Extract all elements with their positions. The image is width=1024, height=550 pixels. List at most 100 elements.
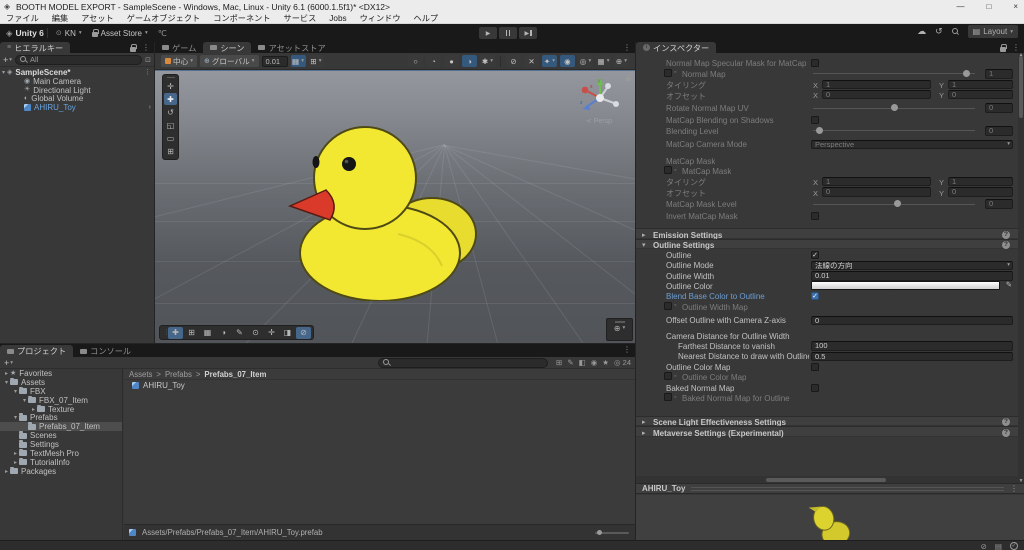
all-clear-icon[interactable]: ✓ — [1010, 542, 1018, 550]
inspector-row-outline-color-map[interactable]: Outline Color Map — [636, 361, 1018, 372]
notifications-muted-icon[interactable]: ⊘ — [981, 542, 987, 550]
checkbox[interactable] — [664, 302, 672, 311]
value-field[interactable]: 0 — [985, 199, 1013, 209]
grid-snap-toggle[interactable]: ▦ ▾ — [290, 55, 306, 67]
inspector-row-outline[interactable]: Outline ✓ — [636, 249, 1018, 260]
prefab-open-arrow[interactable]: › — [149, 104, 151, 111]
inspector-row-outline-width-map[interactable]: ◦ Outline Width Map — [636, 301, 1018, 312]
rotate-tool-button[interactable]: ↺ — [164, 106, 177, 118]
tree-item-settings[interactable]: Settings — [0, 440, 122, 449]
inspector-row--[interactable]: オフセット X 0 Y 0 — [636, 89, 1018, 101]
menu-item[interactable]: 編集 — [52, 12, 68, 24]
menu-item[interactable]: サービス — [284, 12, 317, 24]
account-dropdown[interactable]: ⊙ KN ▾ — [51, 27, 87, 40]
tab-scene[interactable]: シーン — [203, 42, 252, 53]
breadcrumb-segment[interactable]: Prefabs — [165, 370, 192, 379]
transform-tool-button[interactable]: ⊞ — [164, 145, 177, 157]
preview-menu-icon[interactable]: ⋮ — [1010, 484, 1018, 493]
foldout-arrow[interactable]: ▸ — [642, 231, 646, 239]
breadcrumb[interactable]: Assets > Prefabs > Prefabs_07_Item — [124, 369, 635, 380]
value-field[interactable]: 0 — [985, 126, 1013, 136]
grid-visibility-icon[interactable]: ▦ ▾ — [596, 55, 611, 67]
hierarchy-search-input[interactable]: All — [15, 54, 143, 65]
asset-store-dropdown[interactable]: Asset Store ▾ — [87, 27, 153, 40]
tab-inspector[interactable]: i インスペクター — [636, 42, 717, 53]
tree-item-tutorialinfo[interactable]: ▸ TutorialInfo — [0, 457, 122, 467]
hierarchy-item[interactable]: ◉ Main Camera — [0, 77, 154, 86]
inspector-row-baked-normal-map-for-outline[interactable]: ◦ Baked Normal Map for Outline — [636, 393, 1018, 403]
checkbox[interactable] — [811, 212, 819, 221]
foldout-arrow[interactable]: ▸ — [12, 450, 19, 457]
foldout-arrow[interactable]: ▸ — [642, 418, 646, 426]
checkbox[interactable]: ✓ — [811, 292, 819, 301]
hierarchy-item[interactable]: AHIRU_Toy › — [0, 103, 154, 112]
hidden-count-icon[interactable]: ◎ 24 — [614, 358, 631, 367]
move-tool-button[interactable]: ✚ — [164, 93, 177, 105]
checkbox[interactable] — [664, 393, 672, 402]
preview-header[interactable]: AHIRU_Toy ⋮ — [636, 483, 1024, 494]
scene-visibility-icon[interactable]: ◉ — [560, 55, 575, 67]
snap-increment-toggle[interactable]: ⊞ ▾ — [308, 55, 324, 67]
value-field[interactable]: 100 — [811, 341, 1013, 351]
foldout-arrow[interactable]: ▸ — [12, 459, 19, 466]
vertical-scrollbar[interactable]: ▲ ▼ — [1018, 52, 1024, 484]
menu-item[interactable]: アセット — [81, 12, 114, 24]
checkbox[interactable] — [811, 383, 819, 392]
maximize-button[interactable]: □ — [986, 2, 991, 11]
solid-sphere-icon[interactable]: ● — [444, 55, 459, 67]
debug-dropdown-icon[interactable]: ✱ ▾ — [480, 55, 495, 67]
probuilder-move-icon[interactable]: ✚ — [168, 326, 183, 339]
thumbnail-size-slider[interactable] — [595, 530, 629, 535]
inspector-row-normal-map-specular-mask-for-matcap[interactable]: Normal Map Specular Mask for MatCap — [636, 58, 1018, 68]
value-field[interactable]: 0.01 — [811, 271, 1013, 281]
foldout-arrow[interactable]: ▾ — [21, 397, 28, 404]
audio-mute-icon[interactable]: ⊘ — [506, 55, 521, 67]
inspector-row-blending-level[interactable]: Blending Level 0 — [636, 125, 1018, 136]
panel-menu-icon[interactable]: ⋮ — [623, 43, 631, 52]
zoom-icon[interactable]: ⊙ — [248, 327, 263, 339]
layout-dropdown[interactable]: ▤ Layout ▾ — [967, 25, 1018, 38]
tool-handle-rotation-dropdown[interactable]: ⊕ グローバル ▾ — [199, 55, 259, 67]
panel-menu-icon[interactable]: ⋮ — [142, 43, 150, 52]
menu-item[interactable]: ゲームオブジェクト — [127, 12, 200, 24]
inspector-row-blend-base-color-to-outline[interactable]: Blend Base Color to Outline ✓ — [636, 291, 1018, 301]
lock-icon[interactable] — [1000, 43, 1007, 52]
inspector-row-matcap-mask-level[interactable]: MatCap Mask Level 0 — [636, 199, 1018, 209]
inspector-row--[interactable]: オフセット X 0 Y 0 — [636, 186, 1018, 198]
inspector-row-metaverse-settings-experimental-[interactable]: ▸ Metaverse Settings (Experimental)? — [636, 426, 1018, 438]
checkbox[interactable] — [811, 362, 819, 371]
foldout-arrow[interactable]: ▸ — [3, 370, 10, 377]
foldout-arrow[interactable]: ▸ — [642, 429, 646, 437]
tab-view[interactable]: アセットストア — [251, 42, 332, 53]
minimize-button[interactable]: — — [956, 2, 964, 11]
value-field[interactable]: Perspective — [811, 139, 1013, 150]
scale-tool-button[interactable]: ◱ — [164, 119, 177, 131]
camera-overlay[interactable]: ⊕ ▾ — [606, 318, 633, 341]
breadcrumb-segment[interactable]: Assets — [129, 370, 152, 379]
checkbox[interactable]: ✓ — [811, 250, 819, 259]
add-object-button[interactable]: + ▾ — [3, 55, 12, 65]
value-field[interactable]: 0 — [811, 315, 1013, 326]
inspector-row-offset-outline-with-camera-z-axis[interactable]: Offset Outline with Camera Z-axis 0 — [636, 315, 1018, 325]
asset-item-ahiru-toy[interactable]: AHIRU_Toy — [124, 380, 635, 390]
inspector-row-outline-color[interactable]: Outline Color ✎ — [636, 280, 1018, 291]
value-field[interactable]: 法線の方向 — [811, 260, 1013, 271]
draw-mode-icon[interactable]: ○ — [408, 55, 423, 67]
orientation-icon[interactable]: ⊘ — [296, 326, 311, 339]
foldout-arrow[interactable]: ▾ — [0, 69, 7, 76]
tab-console[interactable]: コンソール — [73, 345, 138, 357]
pan-icon[interactable]: ✛ — [264, 327, 279, 339]
scene-viewport[interactable]: ✛ ✚ ↺ ◱ ▭ ⊞ ⋮ ✚ ⊞ ▦ ◑ ✎ ⊙ ✛ ◨ ⊘ ⊕ ▾ y x … — [155, 70, 635, 343]
grid-size-field[interactable]: 0.01 — [261, 55, 288, 67]
value-field[interactable]: 0 — [948, 187, 1013, 197]
projection-label[interactable]: ≺ Persp — [576, 117, 622, 125]
vertex-edit-icon[interactable]: ⊞ — [184, 327, 199, 339]
uv-editor-icon[interactable]: ▦ — [200, 327, 215, 339]
value-field[interactable]: 0 — [822, 89, 931, 100]
checkbox[interactable] — [664, 372, 672, 381]
add-asset-button[interactable]: + ▾ — [4, 358, 13, 368]
search-by-label-icon[interactable]: ◧ — [579, 358, 586, 367]
cloud-icon[interactable]: ☁ — [917, 26, 926, 37]
value-field[interactable]: 0 — [985, 103, 1013, 113]
menu-item[interactable]: ファイル — [6, 12, 39, 24]
